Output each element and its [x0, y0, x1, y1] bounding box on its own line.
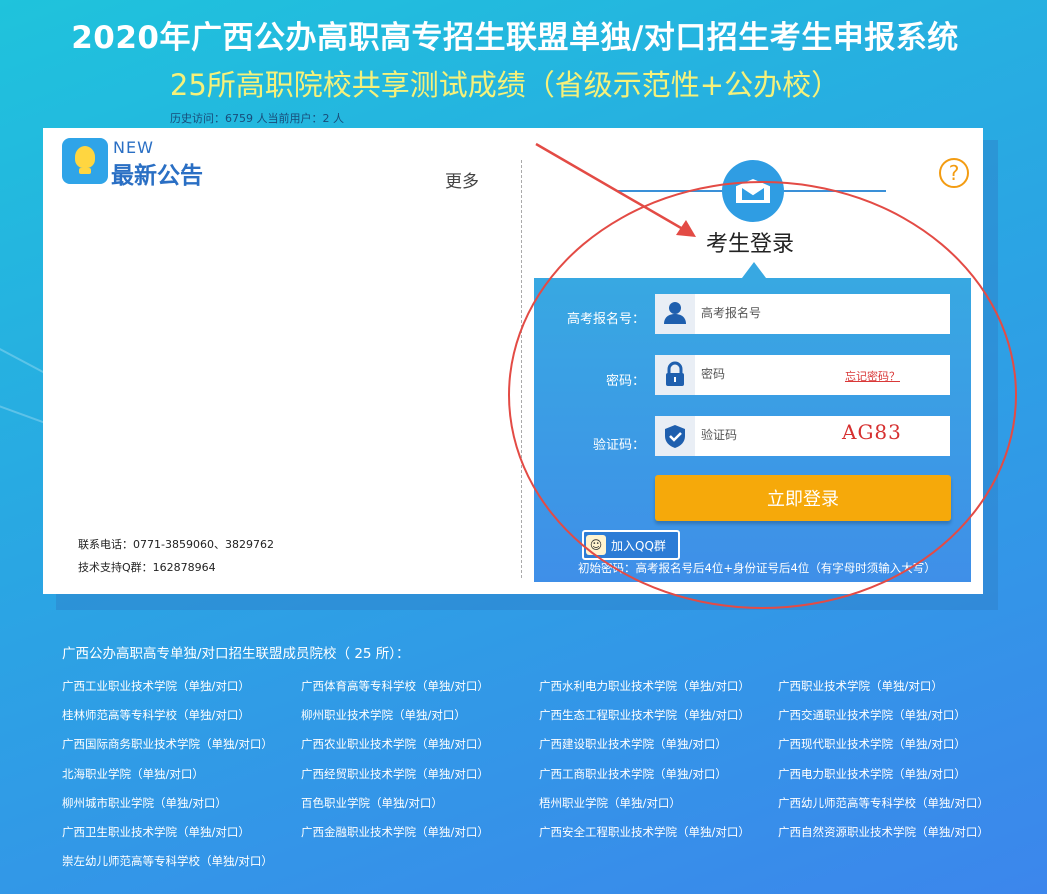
school-link[interactable]: 广西工商职业技术学院（单独/对口） [539, 766, 727, 782]
school-link[interactable]: 柳州城市职业学院（单独/对口） [62, 795, 227, 811]
more-link[interactable]: 更多 [445, 167, 479, 192]
school-link[interactable]: 广西职业技术学院（单独/对口） [778, 678, 943, 694]
annotation-arrow [535, 142, 696, 237]
school-link[interactable]: 梧州职业学院（单独/对口） [539, 795, 681, 811]
support-qq: 技术支持Q群：162878964 [78, 561, 216, 574]
help-icon[interactable]: ? [939, 158, 969, 188]
lightbulb-icon [62, 138, 108, 184]
school-link[interactable]: 广西安全工程职业技术学院（单独/对口） [539, 824, 750, 840]
school-link[interactable]: 广西体育高等专科学校（单独/对口） [301, 678, 489, 694]
school-link[interactable]: 北海职业学院（单独/对口） [62, 766, 204, 782]
page-subtitle: 25所高职院校共享测试成绩（省级示范性+公办校） [169, 68, 841, 102]
school-link[interactable]: 广西幼儿师范高等专科学校（单独/对口） [778, 795, 989, 811]
school-link[interactable]: 百色职业学院（单独/对口） [301, 795, 443, 811]
school-link[interactable]: 桂林师范高等专科学校（单独/对口） [62, 707, 250, 723]
school-link[interactable]: 广西生态工程职业技术学院（单独/对口） [539, 707, 750, 723]
school-link[interactable]: 广西电力职业技术学院（单独/对口） [778, 766, 966, 782]
school-link[interactable]: 广西卫生职业技术学院（单独/对口） [62, 824, 250, 840]
school-link[interactable]: 崇左幼儿师范高等专科学校（单独/对口） [62, 853, 273, 869]
new-label: NEW [113, 138, 154, 157]
school-link[interactable]: 广西国际商务职业技术学院（单独/对口） [62, 736, 273, 752]
school-link[interactable]: 广西水利电力职业技术学院（单独/对口） [539, 678, 750, 694]
school-link[interactable]: 广西自然资源职业技术学院（单独/对口） [778, 824, 989, 840]
school-link[interactable]: 广西经贸职业技术学院（单独/对口） [301, 766, 489, 782]
visit-counter: 历史访问：6759 人当前用户：2 人 [170, 112, 344, 125]
school-link[interactable]: 广西工业职业技术学院（单独/对口） [62, 678, 250, 694]
notice-title: 最新公告 [111, 163, 203, 189]
member-schools-title: 广西公办高职高专单独/对口招生联盟成员院校（ 25 所）： [62, 646, 410, 662]
school-link[interactable]: 广西现代职业技术学院（单独/对口） [778, 736, 966, 752]
school-link[interactable]: 广西金融职业技术学院（单独/对口） [301, 824, 489, 840]
page-title: 2020年广西公办高职高专招生联盟单独/对口招生考生申报系统 [71, 20, 959, 56]
school-link[interactable]: 柳州职业技术学院（单独/对口） [301, 707, 466, 723]
school-link[interactable]: 广西交通职业技术学院（单独/对口） [778, 707, 966, 723]
school-link[interactable]: 广西建设职业技术学院（单独/对口） [539, 736, 727, 752]
contact-phone: 联系电话：0771-3859060、3829762 [78, 538, 274, 551]
school-link[interactable]: 广西农业职业技术学院（单独/对口） [301, 736, 489, 752]
